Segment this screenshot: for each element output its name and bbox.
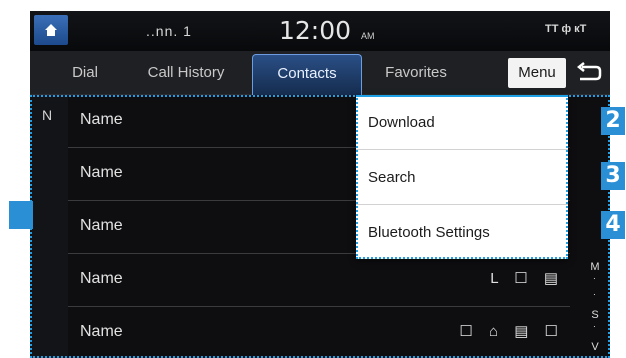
menu-button[interactable]: Menu: [508, 58, 566, 88]
contact-type-icons: L ☐ ▤: [490, 270, 564, 287]
alpha-index-letter[interactable]: ˙: [582, 277, 608, 289]
tab-call-history[interactable]: Call History: [122, 51, 250, 95]
status-icons: TT ф кТ: [545, 23, 587, 35]
alpha-index-letter[interactable]: ˙: [582, 293, 608, 305]
index-letter: N: [42, 107, 53, 123]
alpha-index-letter[interactable]: ˙: [582, 325, 608, 337]
contact-type-icons: ☐ ⌂ ▤ ☐: [459, 323, 564, 340]
contact-row[interactable]: Name L ☐ ▤: [68, 254, 570, 307]
alpha-index-letter[interactable]: M: [582, 261, 608, 273]
contact-name: Name: [80, 111, 123, 128]
contact-name: Name: [80, 217, 123, 234]
signal-indicator: ..nn. 1: [146, 23, 192, 39]
index-column: [30, 95, 68, 358]
clock-ampm: AM: [361, 31, 375, 41]
tab-contacts[interactable]: Contacts: [252, 54, 362, 95]
menu-item-search[interactable]: Search: [356, 150, 568, 205]
menu-item-download[interactable]: Download: [356, 95, 568, 150]
alpha-index-letter[interactable]: V: [582, 341, 608, 353]
status-bar: ..nn. 1 12:00 AM TT ф кТ: [30, 11, 610, 51]
contact-name: Name: [80, 323, 123, 340]
contact-name: Name: [80, 270, 123, 287]
callout-marker-2: 2: [601, 107, 625, 135]
head-unit-screen: ..nn. 1 12:00 AM TT ф кТ Dial Call Histo…: [30, 11, 610, 358]
tab-dial[interactable]: Dial: [50, 51, 120, 95]
home-icon: [45, 24, 57, 36]
menu-dropdown: Download Search Bluetooth Settings: [356, 95, 568, 259]
callout-marker-4: 4: [601, 211, 625, 239]
tab-bar: Dial Call History Contacts Favorites Men…: [30, 51, 610, 95]
back-arrow-icon: [576, 62, 602, 81]
back-button[interactable]: [572, 59, 604, 87]
tab-favorites[interactable]: Favorites: [366, 51, 466, 95]
clock: 12:00: [279, 16, 352, 45]
home-button[interactable]: [34, 15, 68, 45]
contact-name: Name: [80, 164, 123, 181]
alpha-index-letter[interactable]: S: [582, 309, 608, 321]
menu-item-bluetooth-settings[interactable]: Bluetooth Settings: [356, 205, 568, 260]
contact-row[interactable]: Name ☐ ⌂ ▤ ☐: [68, 307, 570, 358]
callout-marker-3: 3: [601, 162, 625, 190]
callout-marker-list: [9, 201, 33, 229]
